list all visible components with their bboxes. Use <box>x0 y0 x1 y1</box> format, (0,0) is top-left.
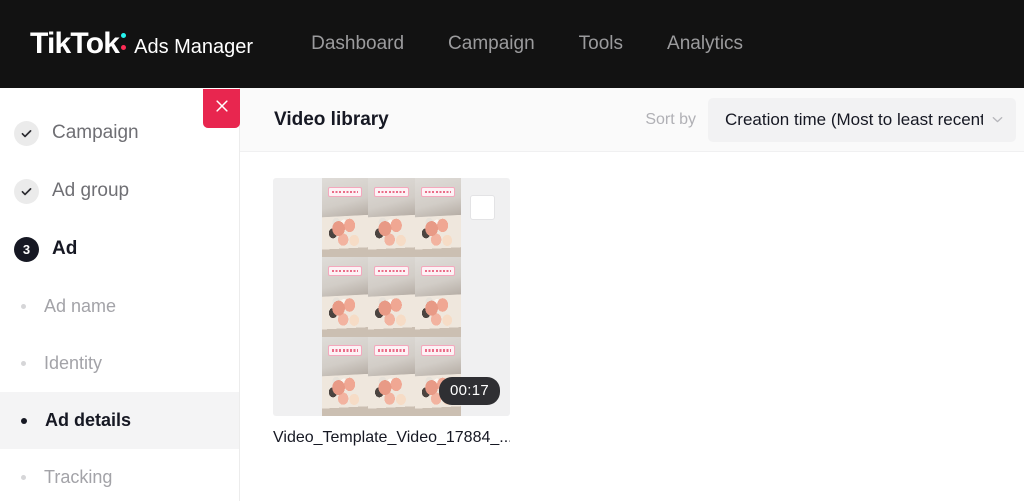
top-navigation-bar: TikTok Ads Manager Dashboard Campaign To… <box>0 0 1024 88</box>
sidebar-item-label: Ad details <box>45 410 132 430</box>
video-duration-badge: 00:17 <box>438 377 500 405</box>
bullet-icon <box>21 475 26 480</box>
thumbnail-tile <box>322 257 369 337</box>
video-thumbnail[interactable]: 00:17 <box>273 178 510 416</box>
thumbnail-tile <box>368 178 415 258</box>
close-button[interactable] <box>203 89 240 128</box>
tiktok-ads-manager-page: TikTok Ads Manager Dashboard Campaign To… <box>0 0 1024 501</box>
sidebar-step-label: Campaign <box>52 122 139 143</box>
video-grid: 00:17 Video_Template_Video_17884_... <box>240 152 1024 447</box>
check-icon <box>14 178 39 204</box>
thumbnail-tile <box>368 257 415 337</box>
video-library-panel: Video library Sort by Creation time (Mos… <box>240 88 1024 501</box>
wizard-sidebar: Campaign Ad group 3 Ad Ad name Identity … <box>0 88 240 501</box>
video-filename: Video_Template_Video_17884_... <box>273 429 510 446</box>
nav-item-dashboard[interactable]: Dashboard <box>311 33 404 55</box>
video-select-checkbox[interactable] <box>470 195 495 220</box>
page-title: Video library <box>274 108 389 130</box>
check-icon <box>14 120 39 146</box>
thumbnail-tile <box>414 178 461 258</box>
tiktok-wordmark: TikTok <box>30 27 120 60</box>
sidebar-item-label: Tracking <box>44 467 113 487</box>
sidebar-step-label: Ad <box>52 238 78 259</box>
sort-control: Sort by Creation time (Most to least rec… <box>645 97 1016 142</box>
brand-logo[interactable]: TikTok Ads Manager <box>30 27 253 61</box>
nav-item-campaign[interactable]: Campaign <box>448 33 535 55</box>
thumbnail-tile <box>322 336 369 416</box>
bullet-icon <box>21 361 26 366</box>
sidebar-item-identity[interactable]: Identity <box>0 335 239 392</box>
sidebar-step-label: Ad group <box>52 180 130 201</box>
sidebar-item-ad-name[interactable]: Ad name <box>0 278 239 335</box>
sidebar-item-ad-details[interactable]: Ad details <box>0 392 239 449</box>
thumbnail-tile <box>414 257 461 337</box>
primary-nav: Dashboard Campaign Tools Analytics <box>311 33 743 55</box>
thumbnail-tile <box>322 178 369 258</box>
chevron-down-icon <box>989 111 1006 128</box>
sidebar-item-label: Identity <box>44 353 103 373</box>
thumbnail-tile <box>368 336 415 416</box>
sidebar-item-label: Ad name <box>44 296 117 316</box>
sidebar-item-tracking[interactable]: Tracking <box>0 449 239 501</box>
sidebar-step-ad[interactable]: 3 Ad <box>0 220 239 278</box>
brand-subtitle: Ads Manager <box>134 36 254 58</box>
panel-header: Video library Sort by Creation time (Mos… <box>240 88 1024 152</box>
video-card[interactable]: 00:17 Video_Template_Video_17884_... <box>273 178 510 447</box>
sidebar-step-ad-group[interactable]: Ad group <box>0 162 239 220</box>
sort-by-value: Creation time (Most to least recent) <box>725 109 983 129</box>
nav-item-tools[interactable]: Tools <box>579 33 623 55</box>
bullet-icon <box>21 304 26 309</box>
tiktok-colon-icon <box>121 29 130 53</box>
sort-by-dropdown[interactable]: Creation time (Most to least recent) <box>708 97 1016 142</box>
close-icon <box>213 97 231 120</box>
thumbnail-tile-grid <box>322 178 461 416</box>
bullet-icon <box>21 417 27 424</box>
step-number-badge: 3 <box>14 236 39 262</box>
sort-by-label: Sort by <box>645 110 696 128</box>
nav-item-analytics[interactable]: Analytics <box>667 33 743 55</box>
